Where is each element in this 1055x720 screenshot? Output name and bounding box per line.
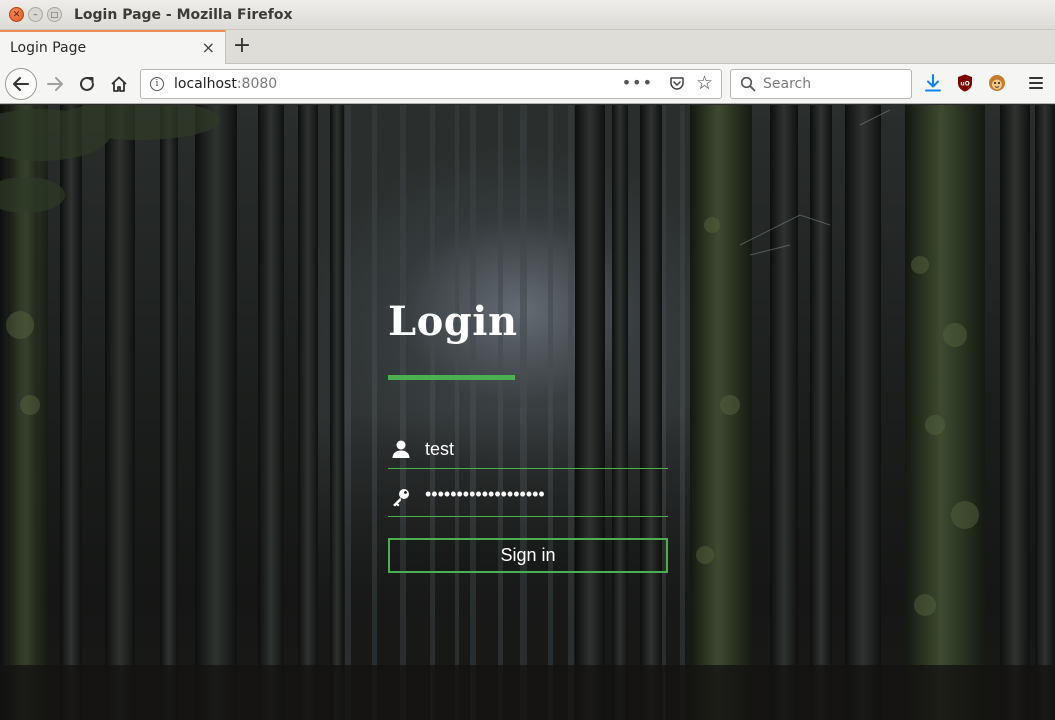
tab-close-icon[interactable]: × (202, 38, 215, 57)
forward-button[interactable] (40, 69, 70, 99)
title-underline (388, 375, 515, 380)
reload-icon (80, 76, 94, 91)
window-maximize-button[interactable]: □ (47, 7, 62, 22)
url-port: :8080 (236, 76, 278, 92)
star-icon[interactable]: ☆ (696, 72, 713, 94)
page-viewport: Login test ••••••••••••••••••• Sign in (0, 105, 1055, 720)
reload-button[interactable] (72, 69, 102, 99)
window-title: Login Page - Mozilla Firefox (74, 7, 293, 23)
tampermonkey-button[interactable] (986, 73, 1008, 95)
home-icon (111, 76, 127, 92)
key-icon (393, 489, 409, 507)
window-titlebar: ✕ – □ Login Page - Mozilla Firefox (0, 0, 1055, 30)
svg-text:uO: uO (960, 81, 969, 88)
url-bar[interactable]: i localhost:8080 ••• ☆ (140, 69, 722, 99)
username-field[interactable]: test (388, 435, 668, 469)
user-icon (392, 440, 410, 458)
page-actions-icon[interactable]: ••• (622, 73, 653, 92)
hamburger-menu-icon (1029, 77, 1043, 89)
back-arrow-icon (13, 77, 29, 91)
sign-in-button[interactable]: Sign in (388, 538, 668, 573)
ublock-icon: uO (958, 74, 972, 92)
tab-strip: Login Page × + (0, 30, 1055, 64)
tab-label: Login Page (10, 40, 87, 56)
info-icon[interactable]: i (150, 77, 164, 91)
search-placeholder: Search (763, 76, 812, 92)
navigation-toolbar: i localhost:8080 ••• ☆ Search uO (0, 64, 1055, 104)
hamburger-menu-button[interactable] (1025, 73, 1047, 95)
forward-arrow-icon (47, 77, 63, 91)
downloads-button[interactable] (922, 73, 944, 95)
download-icon (925, 74, 941, 92)
url-text[interactable]: localhost:8080 (174, 76, 277, 92)
username-value[interactable]: test (425, 439, 454, 460)
password-field[interactable]: ••••••••••••••••••• (388, 483, 668, 517)
back-button[interactable] (5, 68, 37, 100)
url-host: localhost (174, 76, 237, 92)
home-button[interactable] (104, 69, 134, 99)
tampermonkey-icon (989, 75, 1005, 91)
ublock-origin-button[interactable]: uO (954, 73, 976, 95)
new-tab-button[interactable]: + (232, 33, 252, 58)
search-bar[interactable]: Search (730, 69, 912, 99)
login-form: Login test ••••••••••••••••••• Sign in (388, 105, 668, 720)
page-title: Login (388, 298, 518, 345)
password-value[interactable]: ••••••••••••••••••• (425, 484, 545, 505)
search-icon (740, 76, 756, 92)
window-minimize-button[interactable]: – (28, 7, 43, 22)
tab-login-page[interactable]: Login Page × (0, 30, 226, 64)
window-close-button[interactable]: ✕ (9, 7, 24, 22)
pocket-icon[interactable] (669, 75, 685, 91)
